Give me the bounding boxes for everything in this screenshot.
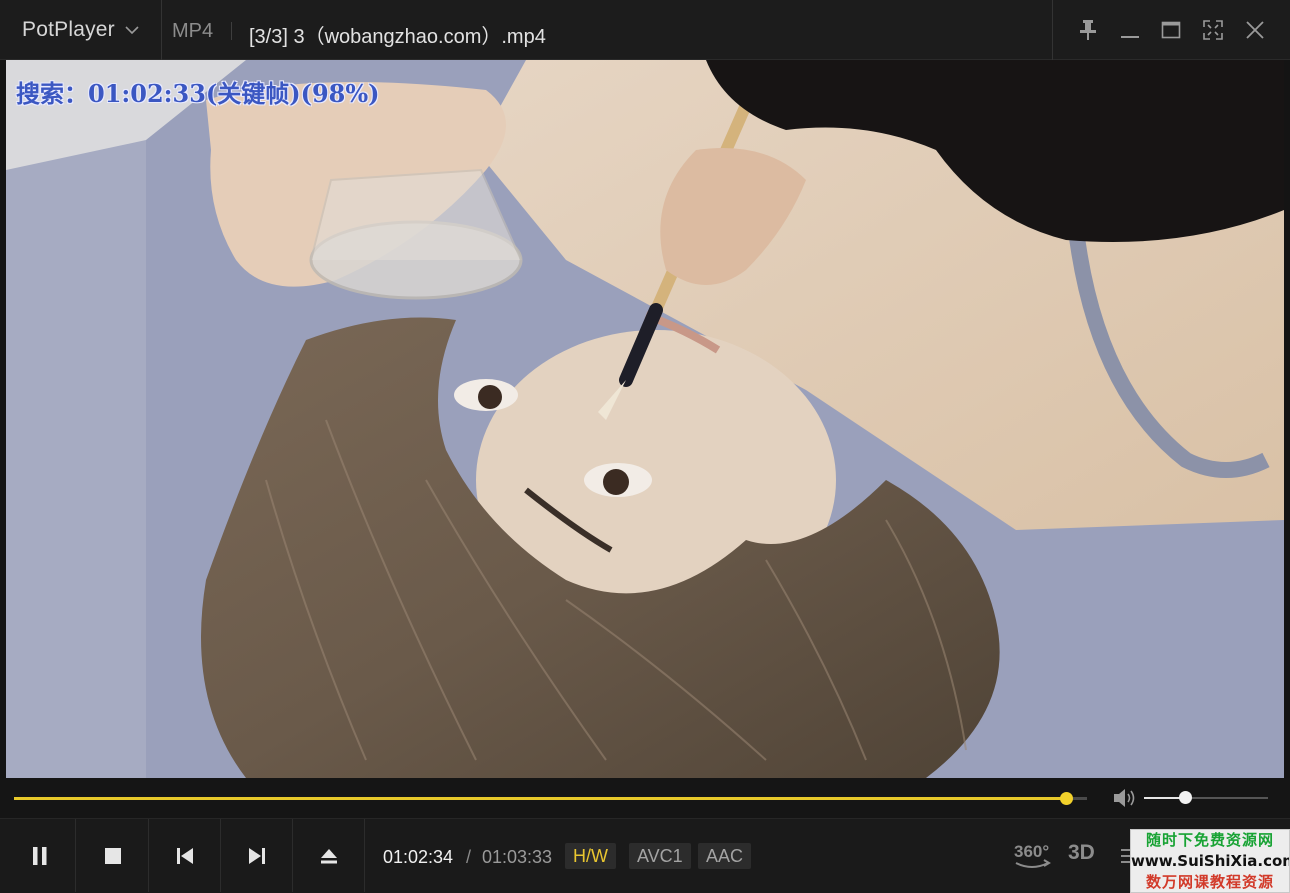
control-bar: 01:02:34 / 01:03:33 H/W AVC1 AAC 360° 3D (0, 818, 1290, 893)
fullscreen-button[interactable] (1199, 16, 1227, 44)
minimize-icon (1120, 36, 1139, 38)
next-button[interactable] (221, 819, 293, 892)
seek-osd-text: 搜索：01:02:33(关键帧)(98%) (16, 79, 380, 108)
seek-progress (14, 797, 1066, 800)
watermark-line-2: www.SuiShiXia.com (1131, 852, 1290, 870)
app-name: PotPlayer (22, 18, 115, 41)
total-time[interactable]: 01:03:33 (482, 847, 552, 868)
title-separator (231, 22, 232, 40)
vr-360-icon: 360° (1014, 842, 1051, 868)
pause-button[interactable] (4, 819, 76, 892)
fullscreen-icon (1203, 20, 1224, 40)
title-bar: PotPlayer MP4 [3/3] 3（wobangzhao.com）.mp… (0, 0, 1290, 60)
seek-bar[interactable] (14, 792, 1087, 805)
close-button[interactable] (1241, 16, 1269, 44)
current-time[interactable]: 01:02:34 (383, 847, 453, 868)
video-codec-badge[interactable]: AVC1 (629, 843, 691, 869)
stop-button[interactable] (77, 819, 149, 892)
previous-button[interactable] (149, 819, 221, 892)
volume-button[interactable] (1112, 787, 1136, 809)
window-controls (1052, 0, 1290, 60)
3d-mode-button[interactable]: 3D (1068, 841, 1095, 865)
audio-codec-badge[interactable]: AAC (698, 843, 752, 869)
stop-icon (104, 847, 121, 864)
eject-icon (320, 848, 337, 863)
pin-button[interactable] (1074, 16, 1102, 44)
seek-handle[interactable] (1059, 792, 1073, 805)
pause-icon (32, 846, 46, 865)
site-watermark: 随时下免费资源网 www.SuiShiXia.com 数万网课教程资源 (1130, 829, 1290, 893)
maximize-button[interactable] (1157, 16, 1185, 44)
watermark-line-3: 数万网课教程资源 (1145, 873, 1274, 891)
hw-decoding-badge[interactable]: H/W (565, 843, 616, 869)
chevron-down-icon (125, 22, 139, 38)
seek-area (0, 778, 1290, 818)
volume-slider[interactable] (1144, 791, 1268, 804)
time-separator: / (466, 847, 472, 867)
speaker-icon (1114, 789, 1135, 807)
maximize-icon (1162, 21, 1181, 39)
minimize-button[interactable] (1116, 16, 1144, 44)
app-menu-button[interactable]: PotPlayer (0, 0, 162, 60)
video-area[interactable]: 搜索：01:02:33(关键帧)(98%) (6, 60, 1284, 778)
next-icon (248, 847, 265, 864)
vr-360-label: 360° (1014, 842, 1049, 861)
pin-icon (1079, 20, 1096, 40)
vr-360-button[interactable]: 360° (1011, 839, 1053, 873)
close-icon (1246, 21, 1264, 39)
format-label: MP4 (172, 20, 214, 42)
file-title: [3/3] 3（wobangzhao.com）.mp4 (249, 26, 546, 48)
video-frame (6, 60, 1284, 778)
watermark-line-1: 随时下免费资源网 (1145, 831, 1274, 849)
eject-button[interactable] (293, 819, 365, 892)
previous-icon (176, 847, 193, 864)
volume-handle[interactable] (1178, 791, 1192, 804)
